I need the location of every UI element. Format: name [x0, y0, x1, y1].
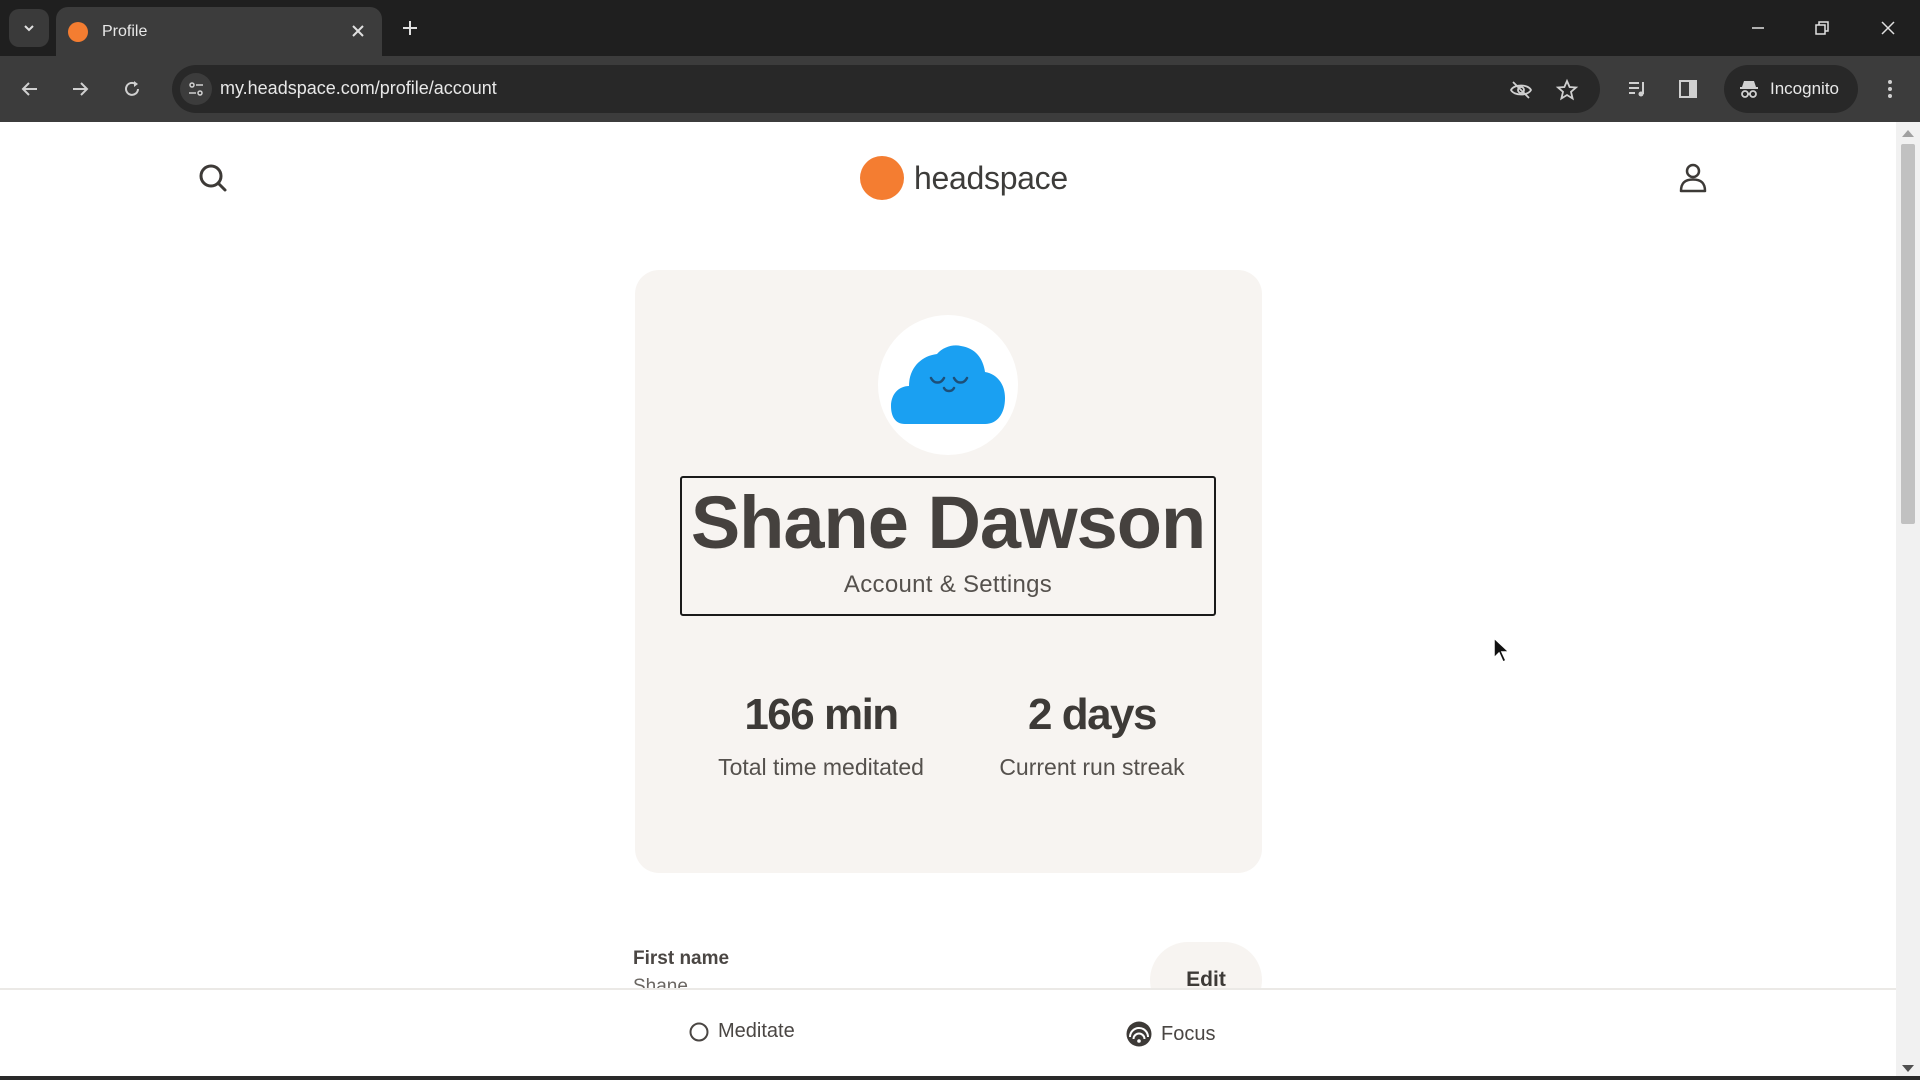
search-button[interactable] — [195, 160, 231, 196]
minimize-button[interactable] — [1738, 10, 1778, 46]
address-bar[interactable]: my.headspace.com/profile/account — [172, 65, 1600, 113]
focus-icon — [1126, 1021, 1152, 1047]
profile-button[interactable] — [1675, 160, 1711, 196]
close-window-button[interactable] — [1868, 10, 1908, 46]
close-icon — [352, 25, 364, 37]
media-queue-icon — [1629, 82, 1644, 97]
account-settings-link[interactable]: Shane Dawson Account & Settings — [680, 476, 1216, 616]
incognito-indicator[interactable]: Incognito — [1724, 65, 1858, 113]
forward-arrow-icon — [73, 82, 89, 96]
restore-button[interactable] — [1802, 10, 1842, 46]
plus-icon — [403, 21, 417, 35]
star-icon — [1555, 78, 1579, 101]
close-icon — [1881, 21, 1895, 35]
reload-button[interactable] — [116, 73, 148, 105]
stat-label: Current run streak — [999, 754, 1185, 780]
url-text[interactable]: my.headspace.com/profile/account — [220, 78, 497, 99]
nav-focus-label: Focus — [1161, 1022, 1216, 1045]
profile-name: Shane Dawson — [690, 481, 1206, 564]
tune-icon — [189, 82, 203, 96]
side-panel-icon — [1679, 80, 1697, 98]
new-tab-button[interactable] — [396, 14, 424, 42]
nav-meditate[interactable]: Meditate — [688, 1020, 795, 1043]
incognito-label: Incognito — [1770, 79, 1839, 98]
incognito-icon — [1740, 81, 1758, 98]
stat-value: 166 min — [744, 690, 899, 739]
scrollbar-thumb[interactable] — [1901, 144, 1915, 524]
circle-icon — [689, 1022, 709, 1041]
site-info-button[interactable] — [180, 73, 212, 105]
logo-dot-icon — [860, 156, 904, 200]
reload-icon — [125, 81, 139, 96]
stat-total-time: 166 min Total time meditated — [691, 690, 951, 781]
sleeping-cloud-icon — [891, 345, 1005, 424]
profile-card: Shane Dawson Account & Settings 166 min … — [635, 270, 1262, 873]
browser-tab-bar: Profile — [0, 0, 1920, 56]
headspace-logo[interactable]: headspace — [860, 156, 1068, 200]
mouse-cursor-icon — [1493, 636, 1511, 664]
bookmark-button[interactable] — [1554, 77, 1580, 103]
taskbar-edge — [0, 1076, 1920, 1080]
minimize-icon — [1752, 27, 1764, 29]
forward-button[interactable] — [64, 73, 96, 105]
browser-menu-button[interactable] — [1874, 73, 1906, 105]
scroll-down-arrow-icon[interactable] — [1902, 1065, 1914, 1072]
bottom-nav: Meditate Focus — [0, 988, 1896, 1080]
headspace-favicon-icon — [68, 21, 88, 42]
nav-meditate-label: Meditate — [718, 1020, 795, 1042]
tab-close-button[interactable] — [348, 21, 368, 41]
tracking-protection-button[interactable] — [1508, 77, 1534, 103]
stat-label: Total time meditated — [718, 754, 924, 780]
page-content: headspace Shane Dawson Account & Setting… — [0, 122, 1896, 1080]
stat-run-streak: 2 days Current run streak — [962, 690, 1222, 781]
scroll-up-arrow-icon[interactable] — [1902, 130, 1914, 137]
eye-off-icon — [1509, 81, 1533, 99]
media-control-button[interactable] — [1622, 73, 1654, 105]
page-scrollbar[interactable] — [1896, 122, 1920, 1080]
logo-text: headspace — [914, 159, 1068, 196]
nav-focus[interactable]: Focus — [1125, 1020, 1215, 1048]
user-icon — [1679, 163, 1707, 193]
avatar[interactable] — [878, 315, 1018, 455]
browser-toolbar: my.headspace.com/profile/account Incogni… — [0, 56, 1920, 122]
tab-search-button[interactable] — [9, 9, 49, 47]
side-panel-button[interactable] — [1672, 73, 1704, 105]
kebab-menu-icon — [1888, 80, 1892, 98]
chevron-down-icon — [24, 25, 34, 32]
restore-icon — [1815, 21, 1829, 35]
back-button[interactable] — [14, 73, 46, 105]
search-icon — [199, 164, 227, 192]
first-name-label: First name — [633, 948, 730, 969]
browser-tab[interactable]: Profile — [56, 7, 382, 56]
tab-title: Profile — [102, 22, 148, 40]
back-arrow-icon — [21, 82, 37, 96]
stat-value: 2 days — [1028, 690, 1157, 739]
account-settings-label: Account & Settings — [843, 571, 1053, 598]
